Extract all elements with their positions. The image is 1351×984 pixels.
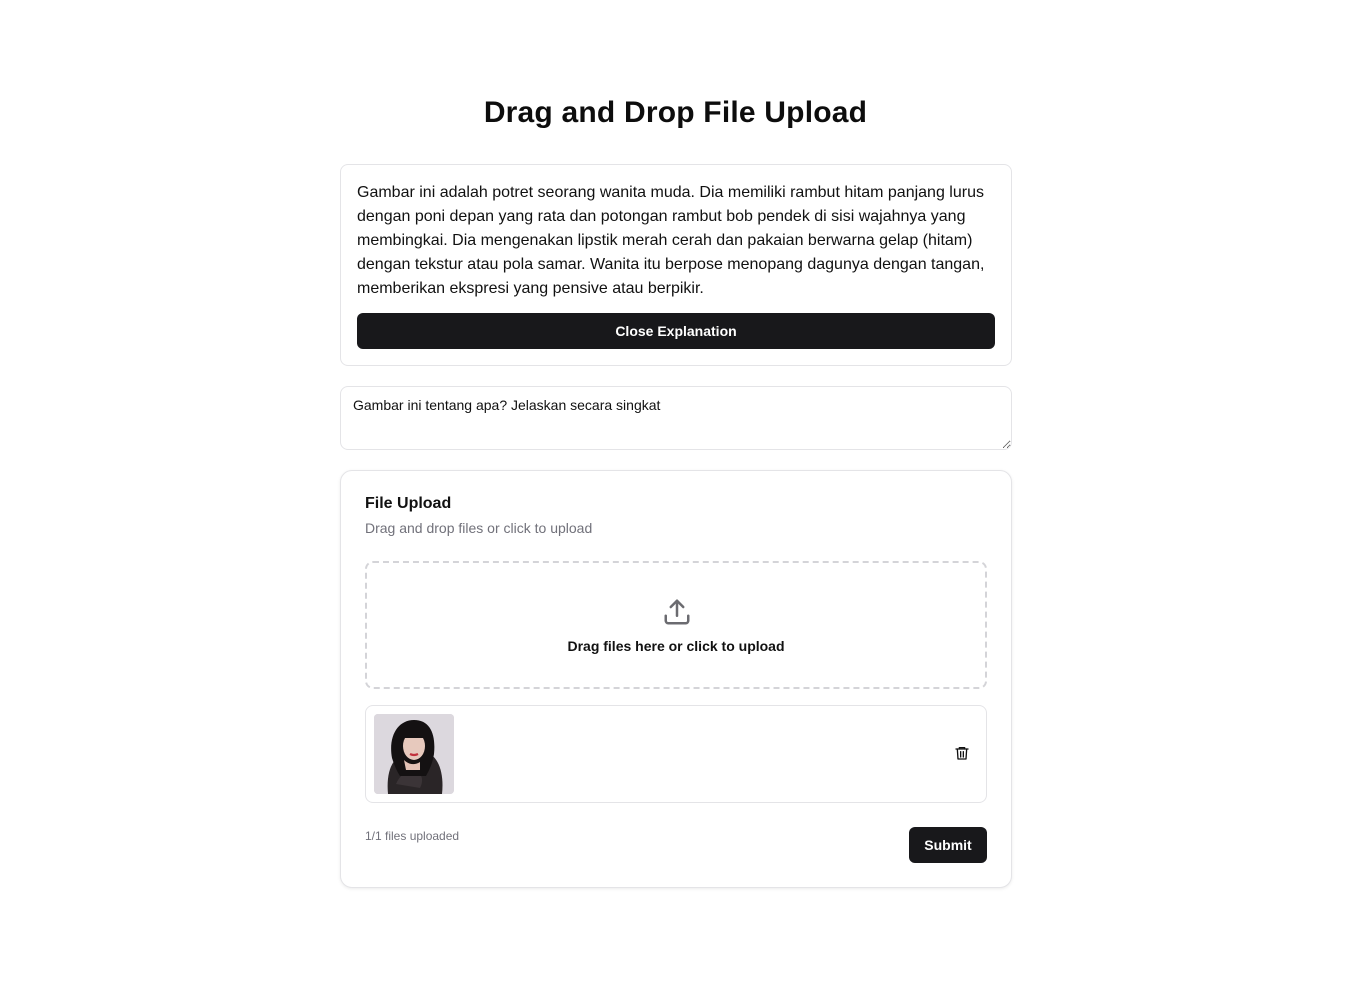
upload-icon (664, 599, 690, 625)
dropzone[interactable]: Drag files here or click to upload (365, 561, 987, 689)
close-explanation-button[interactable]: Close Explanation (357, 313, 995, 349)
delete-file-button[interactable] (952, 744, 972, 764)
submit-button[interactable]: Submit (909, 827, 987, 863)
card-title: File Upload (365, 495, 452, 512)
prompt-textarea[interactable]: Gambar ini tentang apa? Jelaskan secara … (340, 386, 1012, 450)
upload-status: 1/1 files uploaded (365, 829, 460, 843)
file-thumbnail (374, 714, 454, 794)
card-subtitle: Drag and drop files or click to upload (365, 520, 593, 536)
file-upload-card: File Upload Drag and drop files or click… (340, 470, 1012, 888)
explanation-text: Gambar ini adalah potret seorang wanita … (357, 184, 985, 297)
page: Drag and Drop File Upload Gambar ini ada… (0, 0, 1351, 984)
portrait-thumbnail-image (374, 714, 454, 794)
uploaded-file-item (365, 705, 987, 803)
page-title: Drag and Drop File Upload (483, 96, 868, 129)
dropzone-label: Drag files here or click to upload (567, 638, 785, 654)
explanation-card: Gambar ini adalah potret seorang wanita … (340, 164, 1012, 366)
trash-icon (955, 746, 969, 760)
